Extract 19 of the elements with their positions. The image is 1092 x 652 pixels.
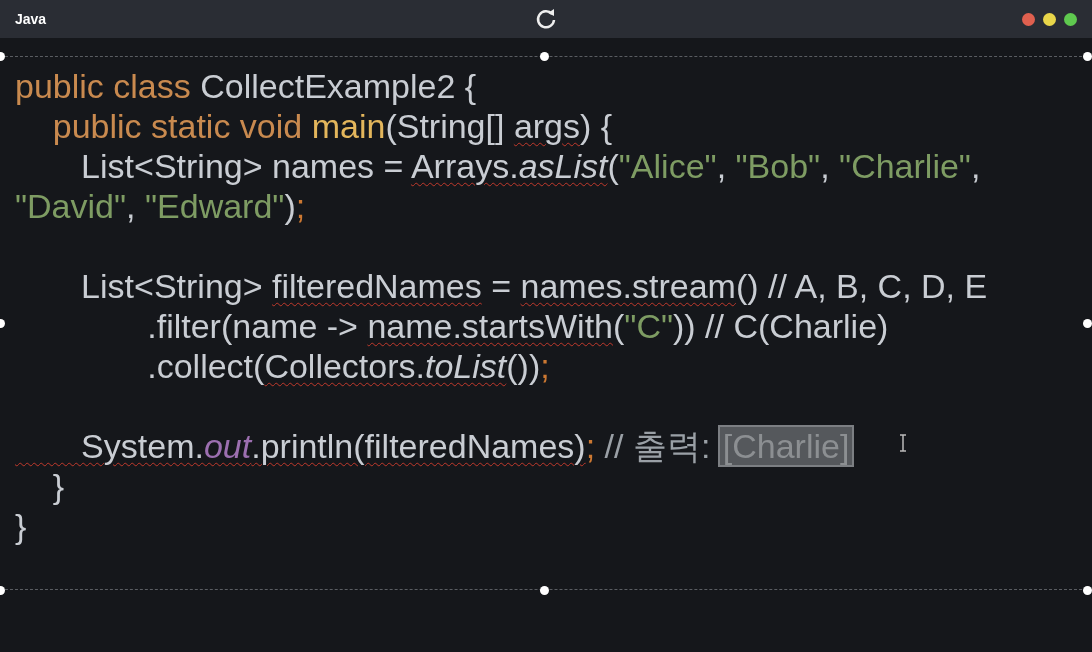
- code-line: }: [51, 466, 65, 506]
- code-line: List<String> names = Arrays.asList("Alice", "Bob", "Charlie",: [80, 146, 981, 186]
- code-line: .filter(name -> name.startsWith("C")) // C(Charlie): [146, 306, 889, 346]
- resize-handle[interactable]: [540, 52, 549, 61]
- code-line: public class CollectExample2 {: [15, 66, 477, 106]
- code-line: public static void main(String[] args) {: [51, 106, 613, 146]
- close-icon[interactable]: [1022, 12, 1035, 26]
- resize-handle[interactable]: [1083, 52, 1092, 61]
- code-line: List<String> filteredNames = names.stream() // A, B, C, D, E: [80, 266, 988, 306]
- code-line: }: [15, 506, 27, 546]
- minimize-icon[interactable]: [1043, 12, 1056, 26]
- resize-handle[interactable]: [540, 586, 549, 595]
- text-cursor-icon: [898, 434, 908, 452]
- code-line: "David", "Edward");: [15, 186, 306, 226]
- code-line: .collect(Collectors.toList());: [146, 346, 550, 386]
- window-title: Java: [15, 11, 47, 27]
- resize-handle[interactable]: [1083, 586, 1092, 595]
- maximize-icon[interactable]: [1064, 12, 1077, 26]
- resize-handle[interactable]: [1083, 319, 1092, 328]
